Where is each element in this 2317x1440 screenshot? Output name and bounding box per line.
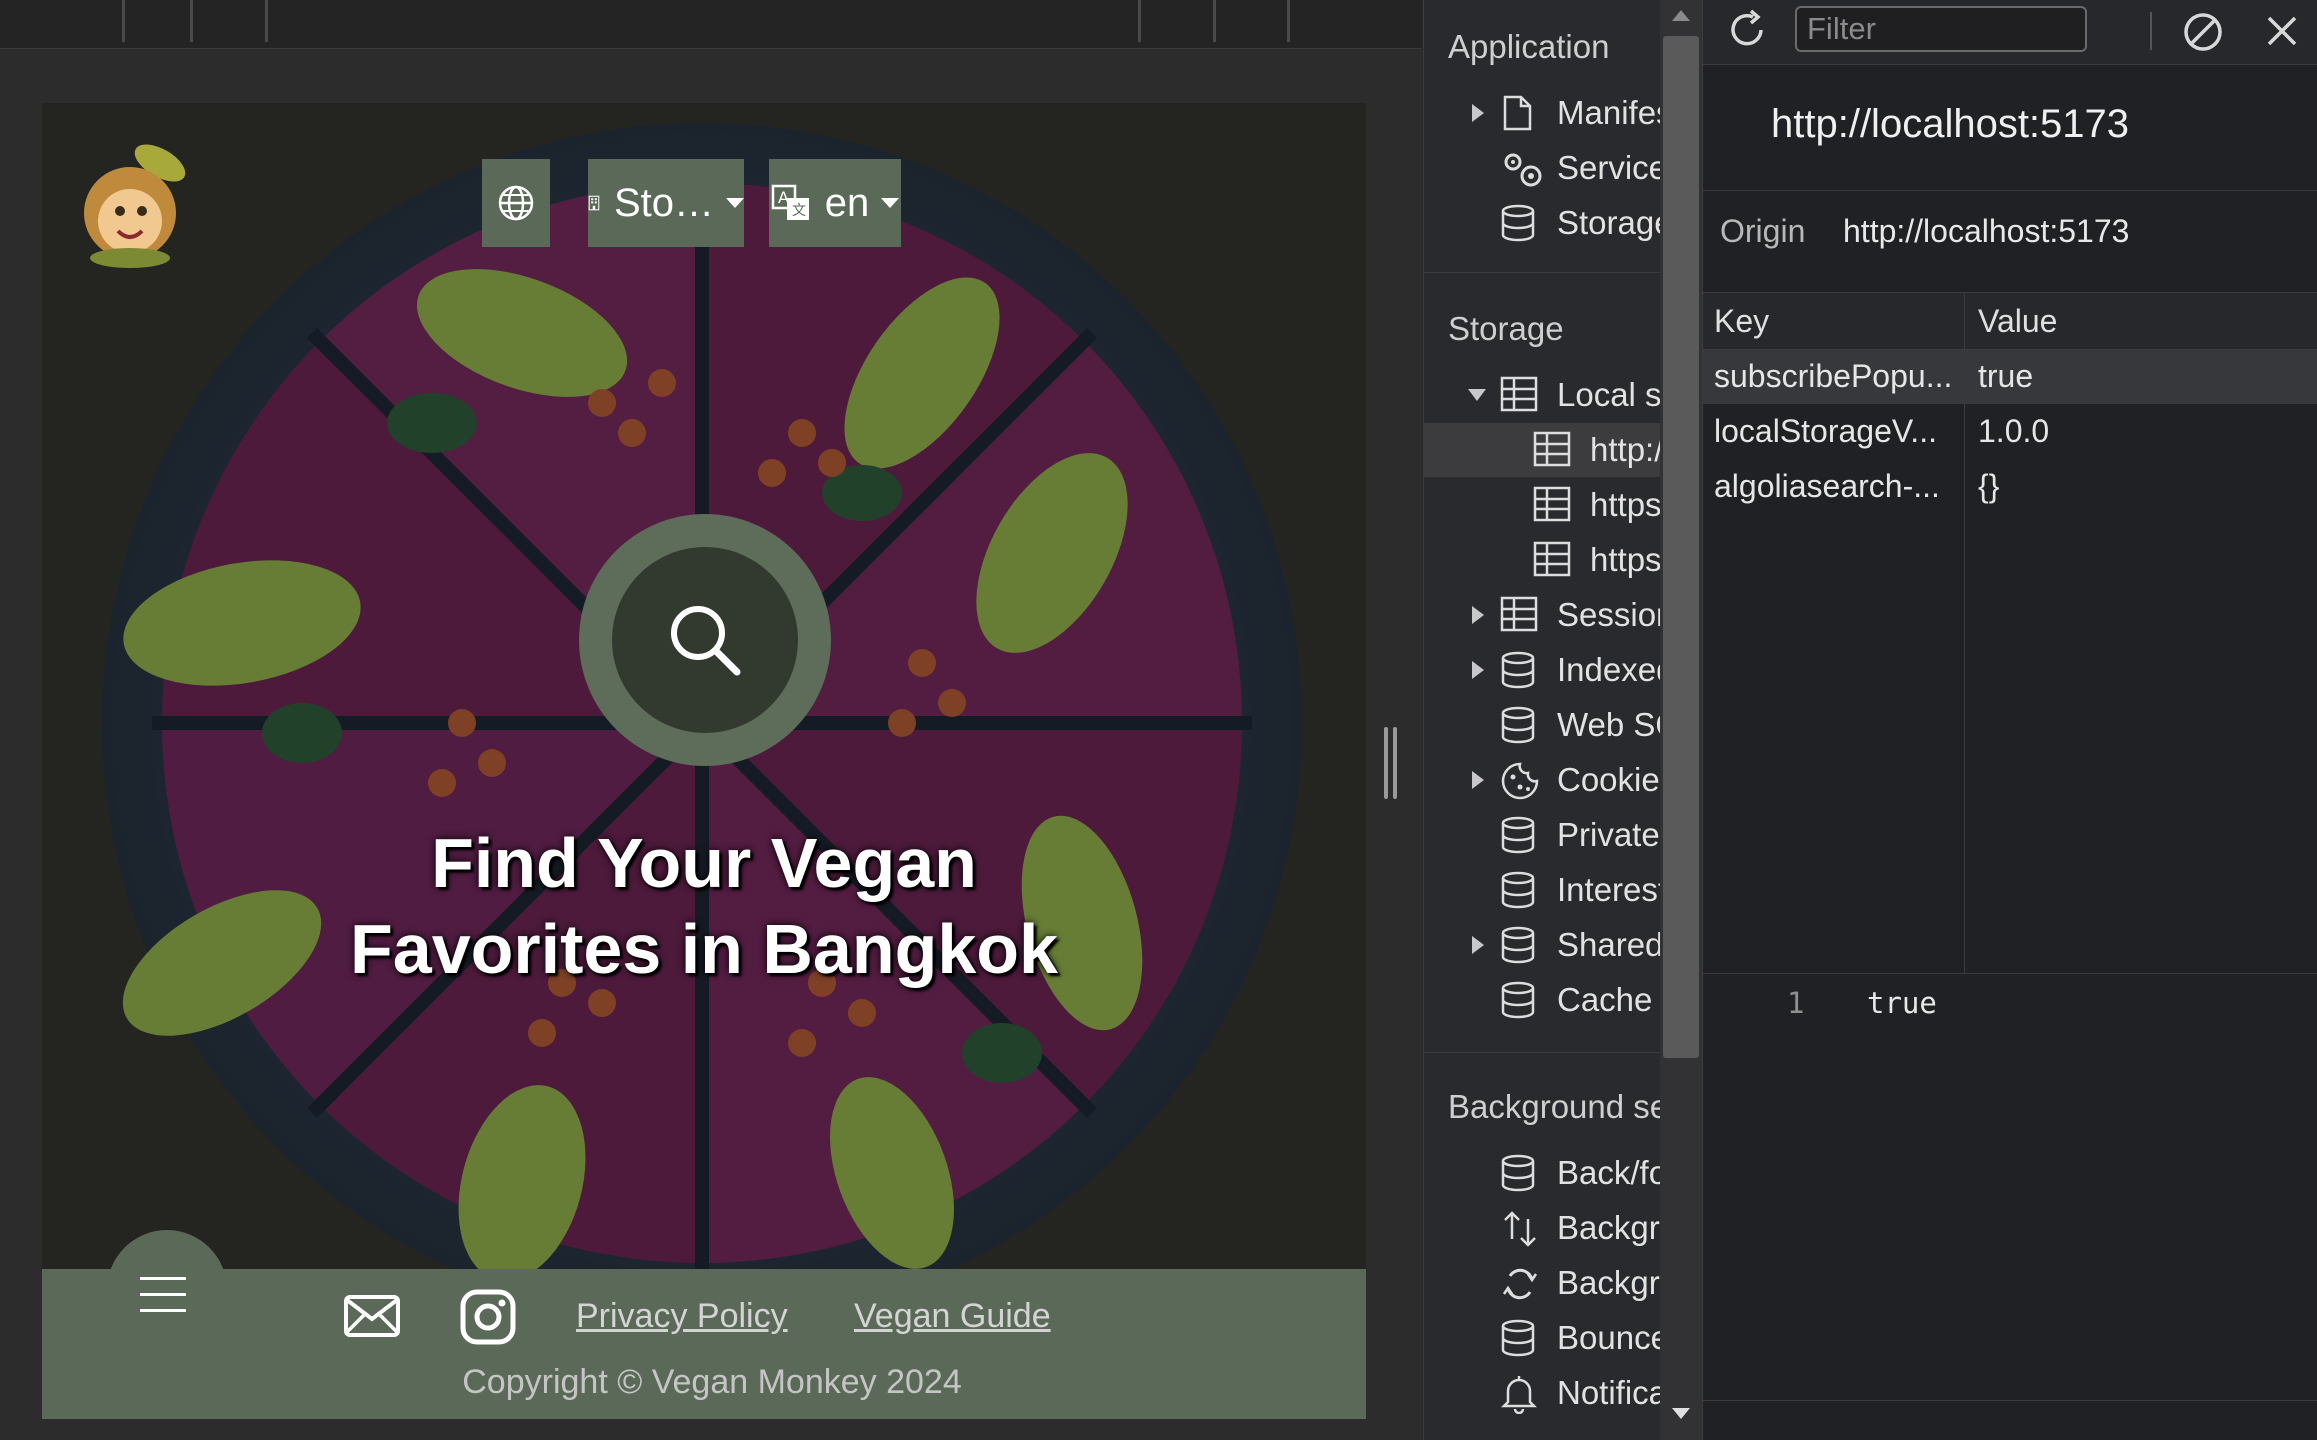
storage-panel: http://localhost:5173 Origin http://loca…: [1702, 0, 2317, 1440]
privacy-policy-link[interactable]: Privacy Policy: [576, 1297, 788, 1336]
file-icon: [1503, 95, 1532, 131]
globe-icon: [498, 185, 534, 221]
preview-line-number: 1: [1787, 986, 1805, 1020]
mail-icon[interactable]: [343, 1294, 401, 1338]
database-icon: [1501, 981, 1535, 1019]
table-icon: [1533, 431, 1571, 467]
value-preview: true: [1867, 986, 1937, 1020]
origin-title: http://localhost:5173: [1771, 102, 2130, 146]
language-dropdown[interactable]: A 文 en: [769, 159, 901, 247]
sidebar-scrollbar-thumb[interactable]: [1663, 36, 1699, 1058]
vegan-monkey-logo[interactable]: [70, 123, 210, 273]
cookie-icon: [1501, 762, 1539, 800]
chevron-down-icon: [881, 198, 900, 208]
close-icon[interactable]: [2263, 12, 2301, 50]
hero-title-line1: Find Your Vegan: [431, 824, 977, 902]
origin-label: Origin: [1720, 213, 1806, 249]
divider: [1703, 1400, 2317, 1401]
table-header: Key Value: [1703, 293, 2317, 350]
database-icon: [1501, 204, 1535, 242]
row-value: true: [1978, 358, 2034, 394]
table-row[interactable]: algoliasearch-... {}: [1703, 460, 2317, 514]
row-key: algoliasearch-...: [1714, 468, 1940, 504]
ruler-tick: [190, 0, 193, 42]
storage-heading: Storage: [1448, 310, 1564, 347]
application-heading: Application: [1448, 28, 1610, 65]
storage-toolbar: [1703, 0, 2317, 65]
hamburger-menu-icon[interactable]: [140, 1275, 188, 1315]
ruler-tick: [122, 0, 125, 42]
resize-handle[interactable]: [1384, 727, 1398, 799]
database-icon: [1501, 816, 1535, 854]
database-icon: [1501, 926, 1535, 964]
database-icon: [1501, 871, 1535, 909]
ruler-tick: [1138, 0, 1141, 42]
store-dropdown-label: Sto…: [613, 180, 714, 225]
svg-text:文: 文: [792, 203, 806, 219]
instagram-icon[interactable]: [460, 1289, 516, 1345]
row-key: subscribePopu...: [1714, 358, 1953, 394]
row-value: {}: [1978, 468, 2000, 504]
table-icon: [1533, 486, 1571, 522]
vegan-guide-link[interactable]: Vegan Guide: [854, 1297, 1051, 1336]
hero-title-line2: Favorites in Bangkok: [350, 910, 1058, 988]
column-header-value[interactable]: Value: [1978, 303, 2057, 340]
scroll-up-arrow-icon[interactable]: [1672, 10, 1690, 21]
table-icon: [1500, 376, 1538, 412]
search-icon: [671, 606, 741, 676]
database-icon: [1501, 1319, 1535, 1357]
table-icon: [1500, 596, 1538, 632]
device-toolbar: [0, 0, 1422, 49]
bell-icon: [1500, 1376, 1538, 1414]
page-viewport: Sto… A 文 en Find Your Vegan Favorites in…: [42, 103, 1366, 1419]
hero-title: Find Your Vegan Favorites in Bangkok: [204, 820, 1204, 992]
row-key: localStorageV...: [1714, 413, 1937, 449]
column-header-key[interactable]: Key: [1714, 303, 1769, 340]
origin-value: http://localhost:5173: [1843, 213, 2130, 249]
database-icon: [1501, 706, 1535, 744]
ruler-tick: [265, 0, 268, 42]
database-icon: [1501, 1154, 1535, 1192]
ruler-tick: [1287, 0, 1290, 42]
toolbar-divider: [2150, 12, 2152, 50]
search-button-inner: [612, 547, 798, 733]
row-value: 1.0.0: [1978, 413, 2050, 449]
translate-icon: A 文: [771, 184, 809, 220]
divider: [1703, 973, 2317, 974]
clear-all-icon[interactable]: [2181, 10, 2225, 54]
chevron-down-icon: [726, 198, 744, 208]
store-dropdown[interactable]: Sto…: [588, 159, 744, 247]
sync-icon: [1502, 1268, 1538, 1300]
globe-button[interactable]: [482, 159, 550, 247]
divider: [1703, 190, 2317, 191]
arrows-updown-icon: [1504, 1211, 1536, 1247]
copyright-text: Copyright © Vegan Monkey 2024: [462, 1363, 962, 1401]
language-dropdown-label: en: [824, 180, 870, 225]
table-row[interactable]: subscribePopu... true: [1703, 350, 2317, 404]
refresh-icon[interactable]: [1725, 8, 1769, 52]
ruler-tick: [1213, 0, 1216, 42]
search-button[interactable]: [579, 514, 831, 766]
table-row[interactable]: localStorageV... 1.0.0: [1703, 405, 2317, 459]
gears-icon: [1504, 153, 1542, 187]
building-icon: [588, 195, 600, 211]
table-icon: [1533, 541, 1571, 577]
database-icon: [1501, 651, 1535, 689]
filter-input[interactable]: [1795, 6, 2087, 52]
scroll-down-arrow-icon[interactable]: [1672, 1408, 1690, 1419]
